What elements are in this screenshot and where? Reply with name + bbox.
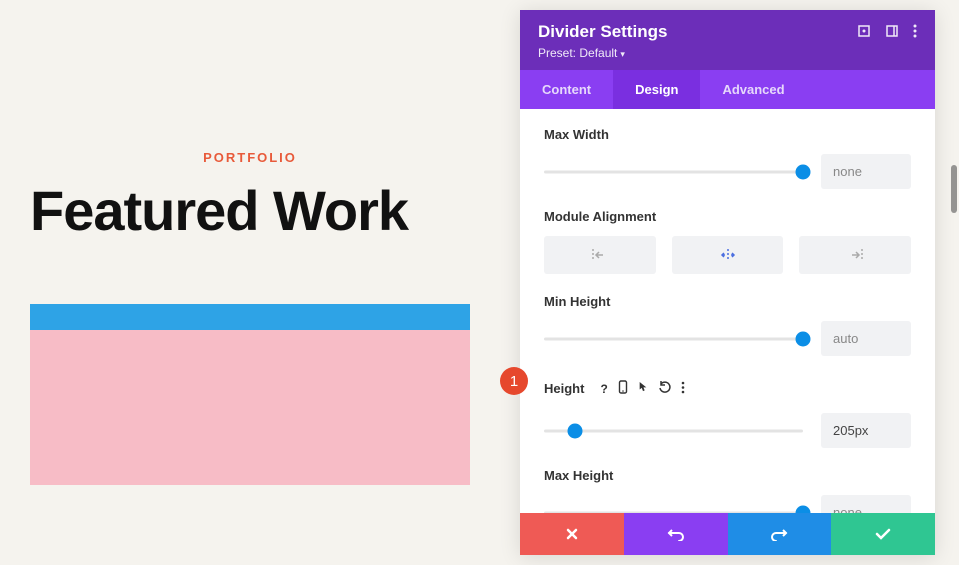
tab-advanced[interactable]: Advanced [700, 70, 806, 109]
kebab-icon[interactable] [681, 381, 685, 397]
max-height-value[interactable]: none [821, 495, 911, 513]
page-title: Featured Work [30, 183, 470, 239]
max-height-label: Max Height [544, 468, 911, 483]
align-right-button[interactable] [799, 236, 911, 274]
height-context-icons: ? [592, 376, 692, 401]
height-value[interactable]: 205px [821, 413, 911, 448]
align-left-button[interactable] [544, 236, 656, 274]
redo-button[interactable] [728, 513, 832, 555]
page-preview: PORTFOLIO Featured Work [0, 0, 500, 565]
divider-module-below[interactable] [30, 330, 470, 485]
hover-icon[interactable] [638, 380, 648, 397]
tablet-icon[interactable] [618, 380, 628, 397]
tab-content[interactable]: Content [520, 70, 613, 109]
snap-icon[interactable] [885, 24, 899, 41]
cancel-button[interactable] [520, 513, 624, 555]
max-width-label: Max Width [544, 127, 911, 142]
panel-body: Max Width none Module Alignment [520, 109, 935, 513]
max-width-value[interactable]: none [821, 154, 911, 189]
undo-button[interactable] [624, 513, 728, 555]
align-center-button[interactable] [672, 236, 784, 274]
caret-down-icon: ▾ [620, 49, 625, 59]
height-label: Height [544, 381, 584, 396]
help-icon[interactable]: ? [600, 382, 607, 396]
save-button[interactable] [831, 513, 935, 555]
height-slider[interactable] [544, 419, 803, 443]
min-height-label: Min Height [544, 294, 911, 309]
max-width-slider[interactable] [544, 160, 803, 184]
preset-label: Preset: Default [538, 46, 617, 60]
divider-module-selected[interactable] [30, 304, 470, 330]
section-height: Height ? [544, 376, 911, 448]
preset-selector[interactable]: Preset: Default▾ [538, 46, 917, 60]
annotation-badge-1: 1 [500, 367, 528, 395]
eyebrow-text: PORTFOLIO [30, 150, 470, 165]
scrollbar[interactable] [951, 165, 957, 213]
section-min-height: Min Height auto [544, 294, 911, 356]
reset-icon[interactable] [658, 381, 671, 397]
tab-bar: Content Design Advanced [520, 70, 935, 109]
kebab-menu-icon[interactable] [913, 24, 917, 41]
section-alignment: Module Alignment [544, 209, 911, 274]
tab-design[interactable]: Design [613, 70, 700, 109]
min-height-slider[interactable] [544, 327, 803, 351]
max-height-slider[interactable] [544, 501, 803, 514]
section-max-width: Max Width none [544, 127, 911, 189]
panel-footer [520, 513, 935, 555]
panel-title: Divider Settings [538, 22, 667, 42]
expand-icon[interactable] [857, 24, 871, 41]
section-max-height: Max Height none [544, 468, 911, 513]
panel-header: Divider Settings Preset: Default▾ [520, 10, 935, 70]
settings-panel: Divider Settings Preset: Default▾ Conten… [520, 10, 935, 555]
min-height-value[interactable]: auto [821, 321, 911, 356]
alignment-label: Module Alignment [544, 209, 911, 224]
